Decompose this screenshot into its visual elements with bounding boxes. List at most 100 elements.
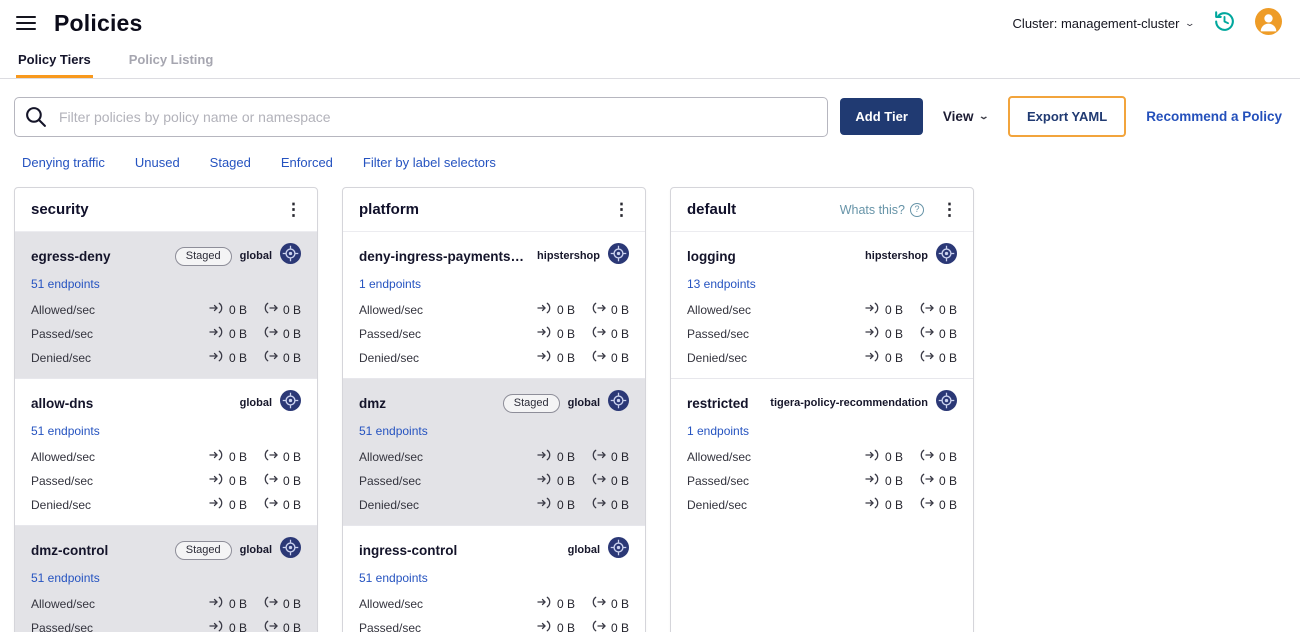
kebab-menu-icon[interactable]: ⋮ (606, 199, 637, 220)
egress-value: 0 B (938, 473, 957, 488)
stat-label: Allowed/sec (687, 302, 752, 317)
ingress-arrow-icon (865, 473, 880, 488)
toolbar: Add Tier View ⌄ Export YAML Recommend a … (0, 79, 1300, 137)
cluster-selector[interactable]: Cluster: management-cluster ⌄ (1012, 15, 1196, 31)
filter-enforced[interactable]: Enforced (281, 155, 333, 170)
ingress-arrow-icon (209, 326, 224, 341)
filter-label-selectors[interactable]: Filter by label selectors (363, 155, 496, 170)
history-icon (1212, 9, 1237, 37)
policy-scope-globe-icon (608, 243, 629, 269)
ingress-value: 0 B (884, 497, 903, 512)
egress-value: 0 B (282, 350, 301, 365)
policy-scope: global (239, 397, 272, 409)
ingress-arrow-icon (537, 620, 552, 632)
stat-label: Denied/sec (687, 497, 748, 512)
policy-scope-globe-icon (608, 537, 629, 563)
stat-row: Denied/sec 0 B 0 B (359, 497, 629, 512)
policy-stats: Allowed/sec 0 B (359, 449, 629, 512)
policy-card[interactable]: egress-deny Staged global 51 endpoints A… (15, 232, 317, 378)
cluster-selector-label: Cluster: management-cluster (1012, 15, 1180, 31)
endpoints-link[interactable]: 51 endpoints (31, 277, 100, 291)
policy-card[interactable]: dmz Staged global 51 endpoints Allowed/s… (343, 378, 645, 525)
endpoints-link[interactable]: 51 endpoints (31, 571, 100, 585)
stat-label: Denied/sec (359, 350, 420, 365)
policy-card[interactable]: logging hipstershop 13 endpoints Allowed… (671, 232, 973, 378)
ingress-arrow-icon (865, 302, 880, 317)
whats-this-link[interactable]: Whats this? ? (840, 202, 924, 217)
endpoints-link[interactable]: 51 endpoints (359, 424, 428, 438)
policy-scope: tigera-policy-recommendation (770, 397, 928, 409)
ingress-value: 0 B (556, 620, 575, 632)
policy-card[interactable]: dmz-control Staged global 51 endpoints A… (15, 525, 317, 632)
stat-row: Passed/sec 0 B 0 B (359, 326, 629, 341)
endpoints-link[interactable]: 51 endpoints (31, 424, 100, 438)
ingress-arrow-icon (537, 473, 552, 488)
ingress-arrow-icon (537, 497, 552, 512)
ingress-value: 0 B (228, 326, 247, 341)
endpoints-link[interactable]: 1 endpoints (687, 424, 749, 438)
add-tier-button[interactable]: Add Tier (840, 98, 923, 135)
stat-label: Allowed/sec (359, 596, 424, 611)
egress-value: 0 B (282, 326, 301, 341)
egress-value: 0 B (610, 596, 629, 611)
endpoints-link[interactable]: 51 endpoints (359, 571, 428, 585)
policy-list: logging hipstershop 13 endpoints Allowed… (671, 232, 973, 525)
export-yaml-button[interactable]: Export YAML (1008, 96, 1127, 137)
filter-unused[interactable]: Unused (135, 155, 180, 170)
egress-arrow-icon (263, 473, 278, 488)
tab-policy-tiers[interactable]: Policy Tiers (16, 42, 93, 78)
stat-row: Allowed/sec 0 B 0 B (31, 596, 301, 611)
staged-badge: Staged (502, 393, 560, 413)
egress-value: 0 B (282, 473, 301, 488)
kebab-menu-icon[interactable]: ⋮ (278, 199, 309, 220)
ingress-arrow-icon (209, 302, 224, 317)
tab-policy-listing[interactable]: Policy Listing (127, 42, 216, 78)
policy-card[interactable]: allow-dns global 51 endpoints Allowed/se… (15, 378, 317, 525)
ingress-arrow-icon (209, 497, 224, 512)
view-dropdown-button[interactable]: View ⌄ (943, 109, 990, 124)
policy-card[interactable]: restricted tigera-policy-recommendation (671, 378, 973, 525)
egress-value: 0 B (610, 326, 629, 341)
staged-badge: Staged (174, 246, 232, 266)
egress-arrow-icon (591, 497, 606, 512)
egress-arrow-icon (591, 620, 606, 632)
egress-value: 0 B (610, 449, 629, 464)
egress-arrow-icon (263, 350, 278, 365)
egress-arrow-icon (263, 596, 278, 611)
endpoints-link[interactable]: 13 endpoints (687, 277, 756, 291)
tier-name: security (31, 201, 89, 218)
history-button[interactable] (1212, 9, 1237, 37)
ingress-value: 0 B (884, 473, 903, 488)
ingress-value: 0 B (228, 449, 247, 464)
kebab-menu-icon[interactable]: ⋮ (934, 199, 965, 220)
stat-label: Allowed/sec (31, 596, 96, 611)
recommend-policy-link[interactable]: Recommend a Policy (1146, 109, 1282, 124)
filter-staged[interactable]: Staged (210, 155, 251, 170)
policy-stats: Allowed/sec 0 B (687, 302, 957, 365)
policy-card[interactable]: ingress-control global 51 endpoints Allo… (343, 525, 645, 632)
filter-denying-traffic[interactable]: Denying traffic (22, 155, 105, 170)
egress-arrow-icon (591, 449, 606, 464)
search-input[interactable] (14, 96, 828, 137)
user-avatar[interactable] (1255, 8, 1282, 38)
policy-name: egress-deny (31, 248, 111, 264)
stat-row: Denied/sec 0 B 0 B (687, 350, 957, 365)
quick-filter-row: Denying traffic Unused Staged Enforced F… (0, 137, 1300, 170)
policy-scope: hipstershop (537, 250, 600, 262)
ingress-value: 0 B (228, 596, 247, 611)
ingress-value: 0 B (228, 350, 247, 365)
egress-value: 0 B (282, 497, 301, 512)
info-icon: ? (910, 202, 924, 217)
egress-arrow-icon (919, 497, 934, 512)
stat-label: Denied/sec (31, 497, 92, 512)
chevron-down-icon: ⌄ (978, 111, 990, 121)
ingress-arrow-icon (865, 326, 880, 341)
policy-stats: Allowed/sec 0 B (31, 596, 301, 632)
chevron-down-icon: ⌄ (1184, 17, 1196, 28)
policy-card[interactable]: deny-ingress-paymentservi... hipstershop (343, 232, 645, 378)
hamburger-menu-icon[interactable] (14, 9, 38, 37)
ingress-value: 0 B (228, 473, 247, 488)
policy-scope: hipstershop (865, 250, 928, 262)
policy-scope-globe-icon (608, 390, 629, 416)
endpoints-link[interactable]: 1 endpoints (359, 277, 421, 291)
